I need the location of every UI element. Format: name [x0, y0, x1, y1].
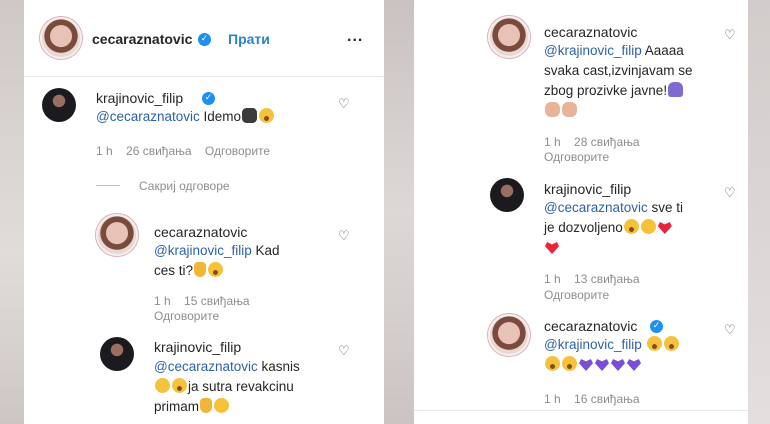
heart-outline-icon[interactable]: ♡ [724, 323, 736, 338]
reply-button[interactable]: Одговорите [544, 150, 609, 164]
grinning-emoji-icon [172, 378, 187, 393]
red-heart-emoji-icon [657, 222, 672, 234]
reply-username[interactable]: krajinovic_filip [154, 339, 241, 355]
comment-body: Idemo [199, 109, 242, 124]
verified-icon: ✓ [202, 92, 215, 105]
purple-heart-emoji-icon [627, 359, 641, 371]
comment-time: 1 h [544, 272, 561, 286]
divider [414, 410, 748, 411]
grinning-emoji-icon [208, 262, 224, 277]
avatar[interactable] [42, 88, 76, 122]
purple-heart-emoji-icon [579, 359, 593, 371]
praying-emoji-icon [562, 102, 577, 117]
header-username[interactable]: cecaraznatovic [92, 31, 192, 47]
mention-link[interactable]: @cecaraznatovic [154, 359, 258, 374]
follow-button[interactable]: Прати [228, 31, 270, 47]
red-heart-emoji-icon [545, 242, 559, 254]
mention-link[interactable]: @cecaraznatovic [96, 109, 200, 124]
comments-panel-left: cecaraznatovic ✓ Прати ... krajinovic_fi… [24, 0, 384, 424]
comment-username[interactable]: krajinovic_filip [96, 90, 183, 106]
ok-hand-emoji-icon [200, 398, 213, 413]
heart-outline-icon[interactable]: ♡ [724, 28, 736, 43]
reply-username[interactable]: cecaraznatovic [544, 318, 637, 334]
reply-username[interactable]: cecaraznatovic [544, 24, 637, 40]
like-count[interactable]: 16 свиђања [574, 392, 640, 406]
mention-link[interactable]: @krajinovic_filip [154, 243, 252, 258]
comments-panel-right: cecaraznatovic @krajinovic_filip Aaaaa s… [414, 0, 748, 424]
comment-time: 1 h [96, 144, 113, 158]
reply-text: @krajinovic_filip Aaaaa svaka cast,izvin… [544, 41, 693, 121]
reply-body-line2: ces ti? [154, 263, 194, 278]
grinning-emoji-icon [545, 356, 560, 371]
grinning-emoji-icon [646, 336, 662, 351]
verified-icon: ✓ [198, 33, 211, 46]
avatar[interactable] [100, 337, 134, 371]
comment-text: @cecaraznatovic Idemo [96, 107, 275, 127]
reply-body-line2: je dozvoljeno [544, 220, 623, 235]
grinning-emoji-icon [623, 219, 639, 234]
heart-outline-icon[interactable]: ♡ [338, 344, 350, 359]
purple-heart-emoji-icon [595, 359, 609, 371]
heart-outline-icon[interactable]: ♡ [338, 229, 350, 244]
like-count[interactable]: 13 свиђања [574, 272, 640, 286]
comment-meta: 1 h 26 свиђања Одговорите [96, 144, 280, 158]
comment-time: 1 h [154, 294, 171, 308]
reply-text: @cecaraznatovic sve ti je dozvoljeno [544, 198, 683, 258]
heart-outline-icon[interactable]: ♡ [724, 186, 736, 201]
purple-heart-emoji-icon [611, 359, 625, 371]
post-header: cecaraznatovic ✓ Прати ... [24, 0, 384, 77]
grinning-emoji-icon [562, 356, 577, 371]
reply-body-line3: zbog prozivke javne! [544, 83, 668, 98]
reply-meta: 1 h 28 свиђања [544, 135, 650, 149]
background-right [748, 0, 770, 424]
mention-link[interactable]: @krajinovic_filip [544, 337, 642, 352]
reply-text: @cecaraznatovic kasnis ja sutra revakcin… [154, 357, 300, 417]
smirk-emoji-icon [155, 378, 170, 393]
reply-meta: 1 h 15 свиђања [154, 294, 260, 308]
reply-body-line1: sve ti [647, 200, 684, 215]
reply-body-line2: svaka cast,izvinjavam se [544, 63, 693, 78]
thumbs-up-emoji-icon [194, 262, 207, 277]
reply-button[interactable]: Одговорите [205, 144, 270, 158]
heart-outline-icon[interactable]: ♡ [338, 97, 350, 112]
reply-username[interactable]: krajinovic_filip [544, 181, 631, 197]
like-count[interactable]: 26 свиђања [126, 144, 192, 158]
avatar[interactable] [488, 16, 530, 58]
grinning-emoji-icon [259, 108, 275, 123]
reply-username[interactable]: cecaraznatovic [154, 224, 247, 240]
reply-button[interactable]: Одговорите [544, 288, 609, 302]
reply-body-line1: Aaaaa [641, 43, 684, 58]
wink-kiss-emoji-icon [640, 219, 656, 234]
ninja-emoji-icon [242, 108, 258, 123]
clapping-emoji-icon [545, 102, 560, 117]
background-left [0, 0, 24, 424]
mention-link[interactable]: @krajinovic_filip [544, 43, 642, 58]
like-count[interactable]: 15 свиђања [184, 294, 250, 308]
comment-time: 1 h [544, 392, 561, 406]
avatar[interactable] [490, 178, 524, 212]
avatar[interactable] [96, 214, 138, 256]
reply-text: @krajinovic_filip [544, 335, 680, 375]
mention-link[interactable]: @cecaraznatovic [544, 200, 648, 215]
avatar[interactable] [488, 314, 530, 356]
reply-body-line3: primam [154, 399, 200, 414]
avatar[interactable] [40, 17, 82, 59]
more-options-icon[interactable]: ... [347, 28, 363, 46]
reply-body-line1: Kad [251, 243, 280, 258]
hugging-emoji-icon [214, 398, 230, 413]
verified-icon: ✓ [650, 320, 663, 333]
person-emoji-icon [668, 82, 684, 97]
reply-body-line2: ja sutra revakcinu [188, 379, 294, 394]
grinning-emoji-icon [663, 336, 679, 351]
reply-meta: 1 h 16 свиђања [544, 392, 650, 406]
reply-button[interactable]: Одговорите [154, 309, 219, 323]
background-middle [384, 0, 414, 424]
hide-replies-button[interactable]: Сакриј одговоре [139, 179, 230, 193]
reply-body-line1: kasnis [257, 359, 300, 374]
reply-text: @krajinovic_filip Kad ces ti? [154, 241, 280, 281]
reply-meta: 1 h 13 свиђања [544, 272, 650, 286]
like-count[interactable]: 28 свиђања [574, 135, 640, 149]
divider [96, 185, 120, 186]
comment-time: 1 h [544, 135, 561, 149]
